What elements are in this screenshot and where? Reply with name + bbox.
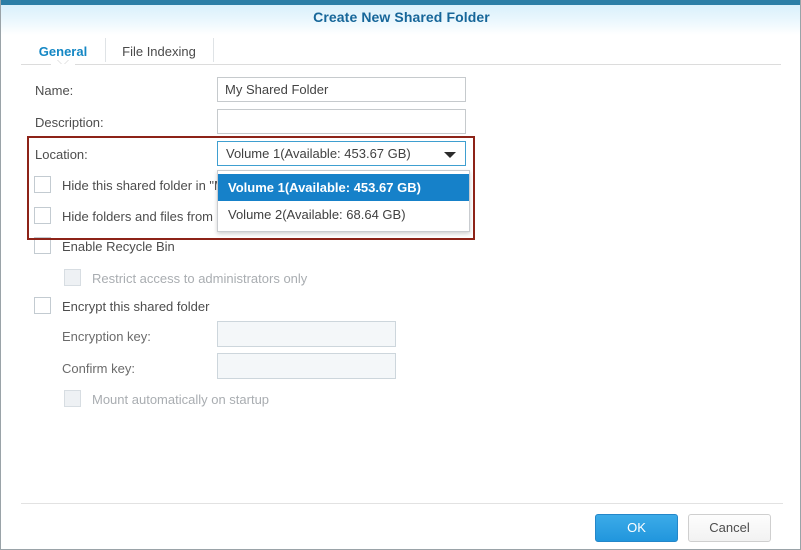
name-input[interactable] [217,77,466,102]
location-select-value: Volume 1(Available: 453.67 GB) [226,146,411,161]
encryption-key-label: Encryption key: [62,329,151,344]
location-select[interactable]: Volume 1(Available: 453.67 GB) [217,141,466,166]
name-label: Name: [35,83,73,98]
checkbox-hide-folders-files[interactable] [34,207,51,224]
tab-active-notch-mask [51,64,75,66]
confirm-key-label: Confirm key: [62,361,135,376]
tab-strip: General File Indexing [1,35,801,65]
encryption-key-input[interactable] [217,321,396,347]
tab-underline [21,64,781,65]
checkbox-mount-automatically-label: Mount automatically on startup [92,392,269,407]
create-shared-folder-dialog: Create New Shared Folder General File In… [0,0,801,550]
checkbox-encrypt-folder[interactable] [34,297,51,314]
ok-button[interactable]: OK [595,514,678,542]
description-label: Description: [35,115,104,130]
confirm-key-input[interactable] [217,353,396,379]
tab-divider-1 [105,38,106,62]
dialog-title: Create New Shared Folder [1,9,801,25]
checkbox-restrict-admins-label: Restrict access to administrators only [92,271,307,286]
checkbox-enable-recycle-bin-label: Enable Recycle Bin [62,239,175,254]
description-input[interactable] [217,109,466,134]
checkbox-encrypt-folder-label: Encrypt this shared folder [62,299,209,314]
tab-divider-2 [213,38,214,62]
location-select-dropdown[interactable]: Volume 1(Available: 453.67 GB) Volume 2(… [217,170,470,232]
tab-file-indexing[interactable]: File Indexing [111,39,207,65]
checkbox-hide-shared-folder[interactable] [34,176,51,193]
location-option-volume-2[interactable]: Volume 2(Available: 68.64 GB) [218,201,469,228]
checkbox-enable-recycle-bin[interactable] [34,237,51,254]
location-label: Location: [35,147,88,162]
chevron-down-icon [444,152,456,158]
footer-separator [21,503,783,504]
cancel-button[interactable]: Cancel [688,514,771,542]
location-option-volume-1[interactable]: Volume 1(Available: 453.67 GB) [218,174,469,201]
checkbox-restrict-admins[interactable] [64,269,81,286]
checkbox-mount-automatically[interactable] [64,390,81,407]
